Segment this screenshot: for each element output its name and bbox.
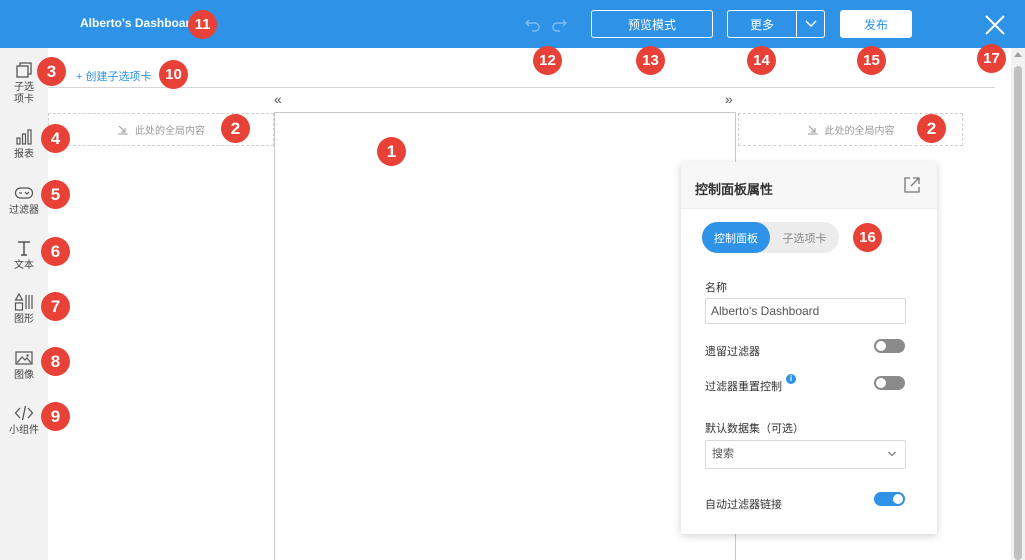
panel-title: 控制面板属性 [695,182,774,197]
tab-icon [16,62,32,78]
callout-marker: 6 [41,237,70,266]
scrollbar[interactable] [1011,48,1025,560]
retain-filter-label: 遗留过滤器 [705,346,760,358]
dashboard-title: Alberto's Dashboard [80,16,198,30]
dashboard-properties-panel: 控制面板属性 控制面板 子选项卡 名称 Alberto's Dashboard … [681,162,937,534]
tool-widget-label: 小组件 [9,425,39,436]
panel-header: 控制面板属性 [681,162,937,209]
tool-text-label: 文本 [14,260,34,271]
callout-marker: 3 [37,57,66,86]
more-dropdown-button[interactable] [796,10,825,38]
scroll-up-arrow[interactable] [1014,52,1022,57]
top-bar: Alberto's Dashboard 预览模式 更多 发布 [0,0,1025,48]
image-icon [15,351,33,365]
bar-chart-icon [16,129,32,145]
toggle-knob [893,494,903,504]
callout-marker: 5 [41,180,70,209]
divider [48,87,995,88]
callout-marker: 1 [377,137,406,166]
shapes-icon [14,292,33,311]
callout-marker: 7 [41,292,70,321]
dataset-select[interactable]: 搜索 [705,440,906,469]
retain-filter-toggle[interactable] [874,339,905,353]
more-button[interactable]: 更多 [727,10,797,38]
callout-marker: 10 [159,60,188,89]
callout-marker: 14 [747,46,776,75]
tool-filter[interactable]: 过滤器 [0,183,48,217]
filter-reset-toggle[interactable] [874,376,905,390]
download-icon [118,125,128,134]
callout-marker: 17 [977,44,1006,73]
close-icon[interactable] [983,13,1007,37]
callout-marker: 2 [221,114,250,143]
tab-dashboard[interactable]: 控制面板 [702,222,770,253]
filter-reset-label: 过滤器重置控制 [705,381,782,393]
name-label: 名称 [705,282,727,294]
callout-marker: 16 [853,223,882,252]
global-content-left-label: 此处的全局内容 [135,126,205,137]
code-icon [14,405,34,421]
tool-subtab-label: 子选项卡 [14,82,34,105]
callout-marker: 8 [41,347,70,376]
properties-tab-switch: 控制面板 子选项卡 [702,222,839,253]
create-subtab-link[interactable]: + 创建子选项卡 [76,68,151,84]
download-icon [807,125,818,134]
collapse-left-icon[interactable]: « [274,91,282,107]
dataset-select-placeholder: 搜索 [712,448,734,460]
redo-icon[interactable] [549,14,569,34]
external-link-icon[interactable] [903,176,921,194]
tool-report[interactable]: 报表 [0,127,48,161]
callout-marker: 11 [188,10,217,39]
chevron-down-icon [888,451,896,457]
tool-filter-label: 过滤器 [9,205,39,216]
tool-shape-label: 图形 [14,314,34,325]
global-content-right-label: 此处的全局内容 [824,126,895,137]
callout-marker: 12 [533,46,562,75]
text-icon [18,241,30,256]
preview-mode-button[interactable]: 预览模式 [591,10,713,38]
toggle-knob [876,378,886,388]
chevron-down-icon [805,20,816,27]
collapse-right-icon[interactable]: » [725,91,733,107]
callout-marker: 9 [41,402,70,431]
tool-image-label: 图像 [14,370,34,381]
callout-marker: 4 [41,124,70,153]
dashboard-name-field[interactable]: Alberto's Dashboard [705,298,906,324]
dashboard-canvas[interactable] [274,112,736,560]
tool-report-label: 报表 [14,149,34,160]
callout-marker: 13 [636,46,665,75]
tab-subtab[interactable]: 子选项卡 [770,222,839,253]
undo-icon[interactable] [523,14,543,34]
auto-link-label: 自动过滤器链接 [705,499,782,511]
callout-marker: 15 [857,46,886,75]
toggle-knob [876,341,886,351]
auto-link-toggle[interactable] [874,492,905,506]
dataset-label: 默认数据集（可选） [705,423,804,435]
publish-button[interactable]: 发布 [840,10,912,38]
info-icon[interactable]: i [786,374,796,384]
scroll-thumb[interactable] [1014,66,1022,560]
filter-icon [14,187,34,199]
callout-marker: 2 [917,114,946,143]
